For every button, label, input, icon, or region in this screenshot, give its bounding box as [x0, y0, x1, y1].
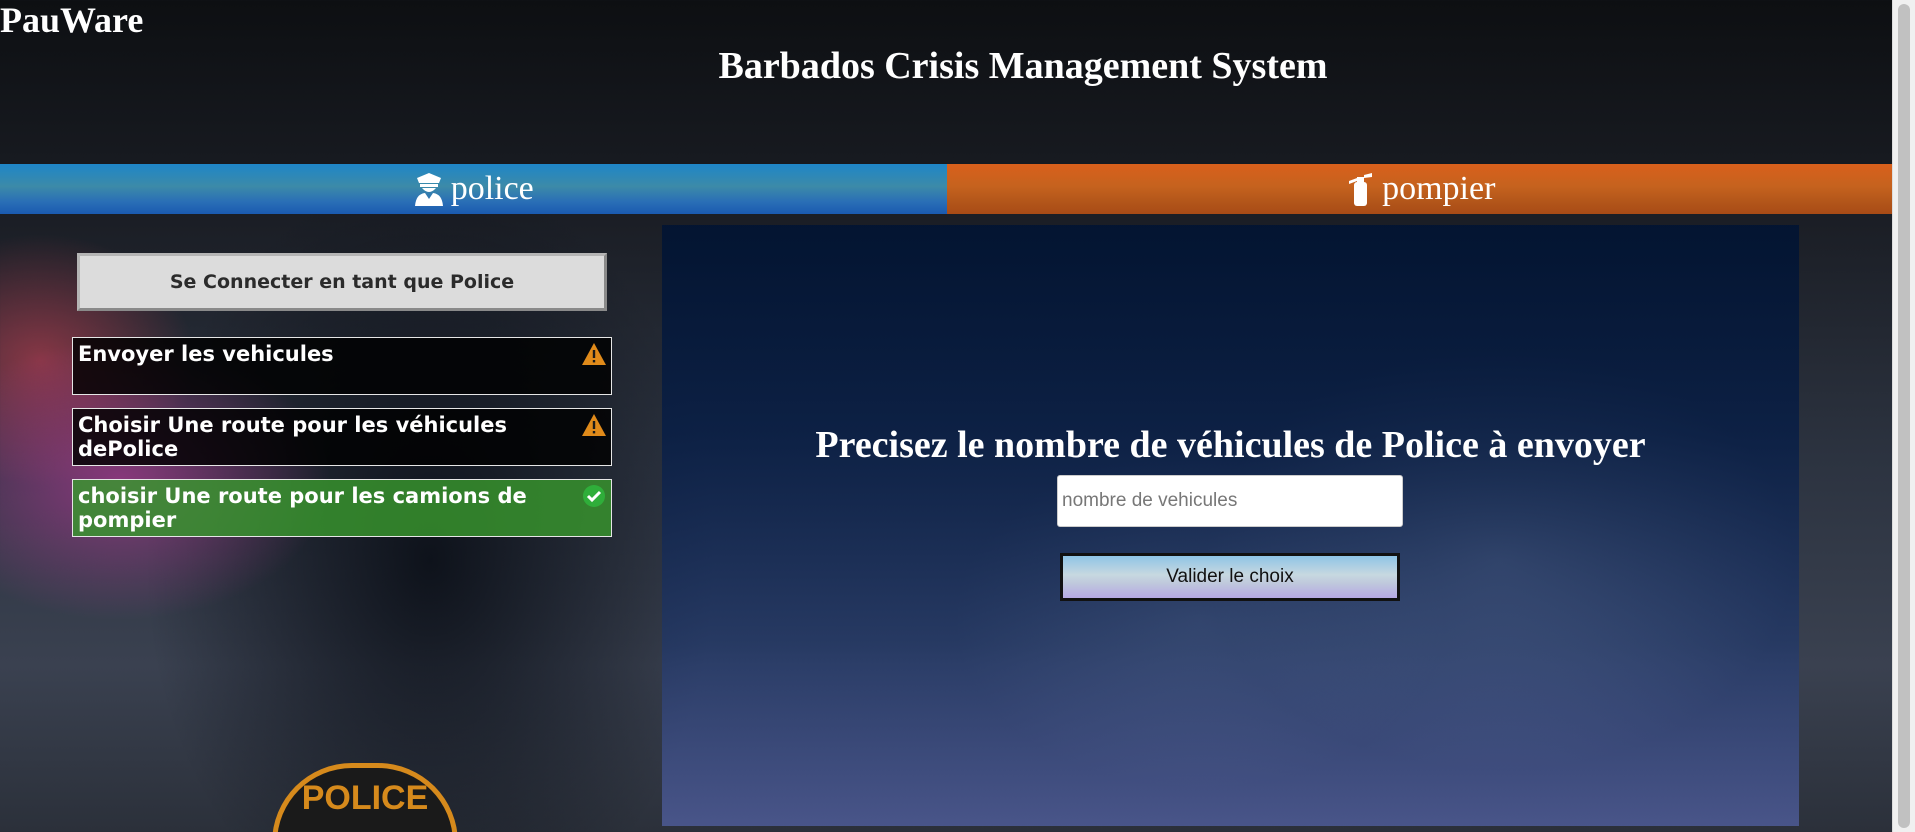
step-label: choisir Une route pour les camions de po… [78, 484, 527, 532]
main-panel: Precisez le nombre de véhicules de Polic… [662, 225, 1799, 826]
connect-police-button[interactable]: Se Connecter en tant que Police [77, 253, 607, 311]
step-firetruck-route[interactable]: choisir Une route pour les camions de po… [72, 479, 612, 537]
step-police-route[interactable]: Choisir Une route pour les véhicules deP… [72, 408, 612, 466]
background-police-badge: POLICE [272, 763, 458, 832]
brand-logo-text: PauWare [0, 0, 144, 40]
validate-button[interactable]: Valider le choix [1060, 553, 1400, 601]
role-tabs: police pompier [0, 164, 1893, 214]
tab-police[interactable]: police [0, 164, 947, 214]
tab-pompier[interactable]: pompier [946, 164, 1893, 214]
step-label: Choisir Une route pour les véhicules deP… [78, 413, 507, 461]
page-title: Barbados Crisis Management System [718, 45, 1328, 87]
warning-icon [582, 343, 606, 365]
tab-pompier-label: pompier [1382, 170, 1496, 207]
panel-heading: Precisez le nombre de véhicules de Polic… [815, 424, 1646, 466]
warning-icon [582, 414, 606, 436]
fire-extinguisher-icon [1349, 173, 1373, 206]
vehicle-count-input[interactable] [1057, 475, 1403, 527]
check-circle-icon [583, 485, 605, 507]
tab-police-label: police [450, 170, 534, 207]
step-label: Envoyer les vehicules [78, 342, 334, 366]
scrollbar-thumb[interactable] [1898, 4, 1910, 828]
vertical-scrollbar[interactable] [1892, 0, 1915, 832]
step-send-vehicles[interactable]: Envoyer les vehicules [72, 337, 612, 395]
police-officer-icon [414, 173, 443, 206]
